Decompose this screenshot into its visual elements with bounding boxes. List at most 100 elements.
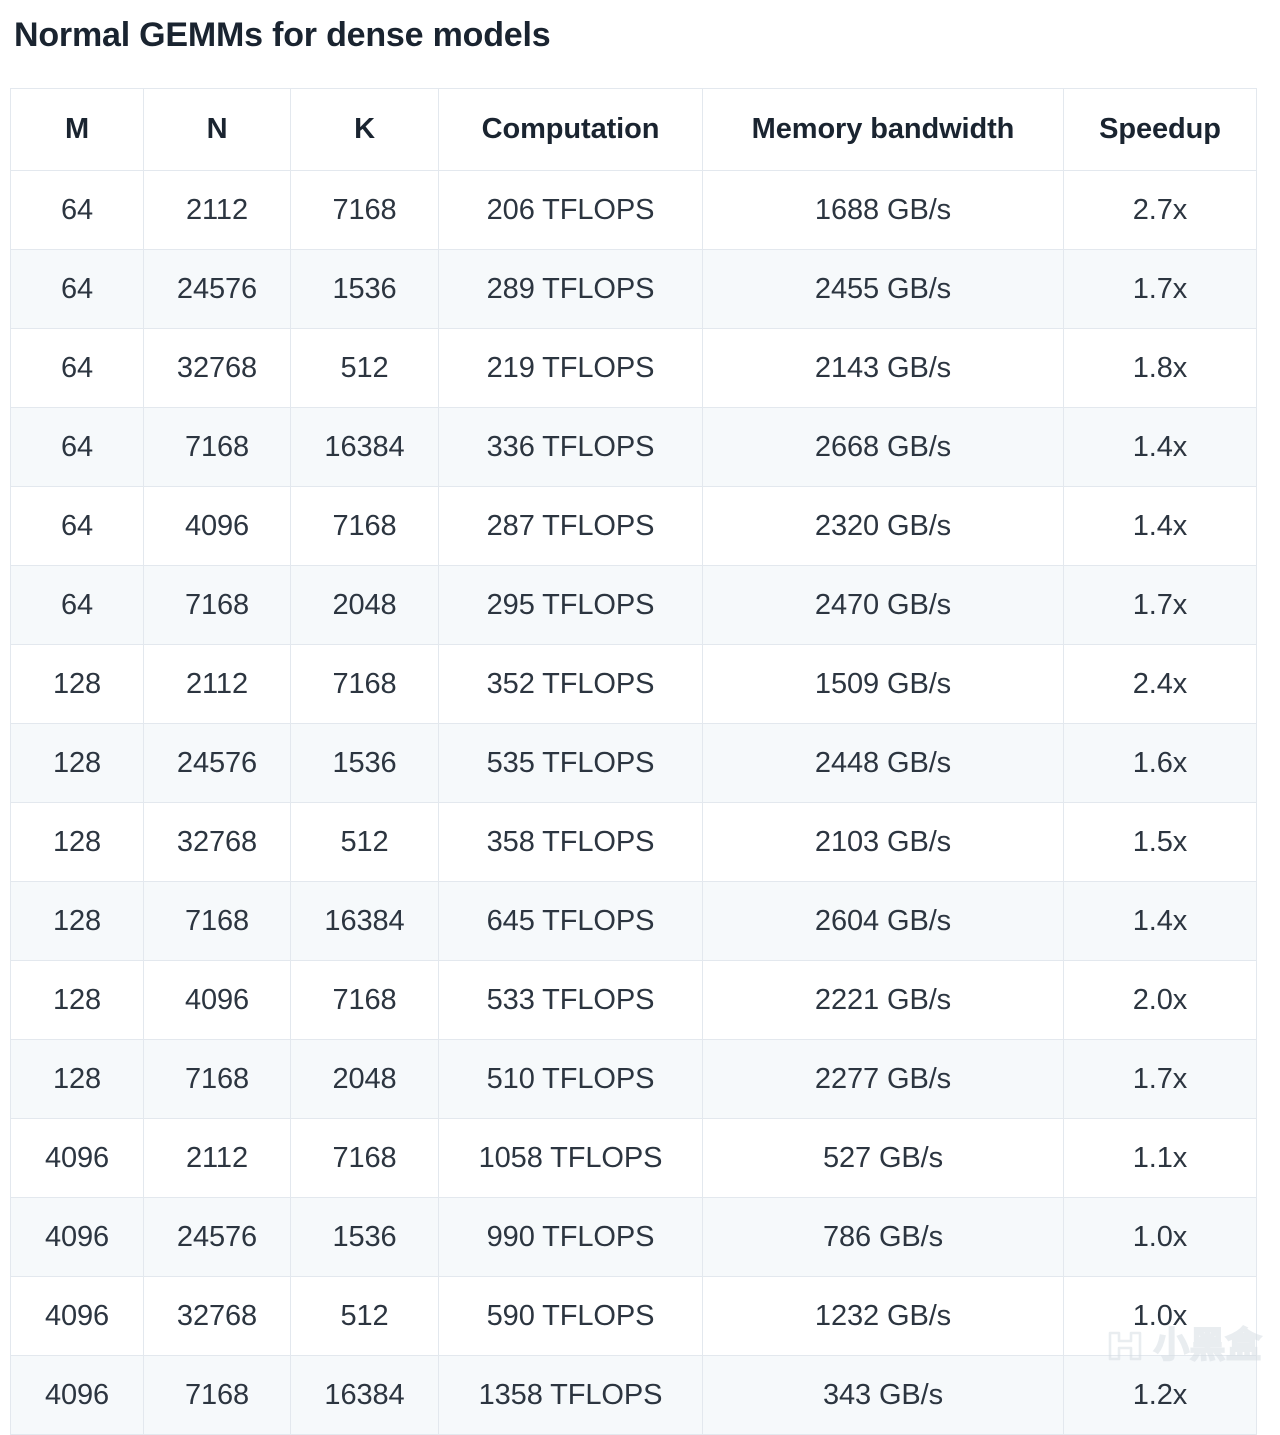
cell-mem: 2448 GB/s	[702, 723, 1064, 803]
cell-mem: 2221 GB/s	[702, 960, 1064, 1040]
table-row: 64 2112 7168 206 TFLOPS 1688 GB/s 2.7x	[10, 170, 1257, 250]
cell-m: 128	[10, 723, 144, 803]
cell-comp: 1358 TFLOPS	[438, 1355, 703, 1435]
table-row: 4096 7168 16384 1358 TFLOPS 343 GB/s 1.2x	[10, 1355, 1257, 1435]
cell-n: 24576	[143, 723, 291, 803]
table-row: 64 24576 1536 289 TFLOPS 2455 GB/s 1.7x	[10, 249, 1257, 329]
cell-comp: 533 TFLOPS	[438, 960, 703, 1040]
cell-speedup: 1.0x	[1063, 1276, 1257, 1356]
cell-n: 2112	[143, 1118, 291, 1198]
column-header-memory-bandwidth: Memory bandwidth	[702, 88, 1064, 171]
page-title: Normal GEMMs for dense models	[14, 16, 551, 54]
table-row: 128 7168 16384 645 TFLOPS 2604 GB/s 1.4x	[10, 881, 1257, 961]
cell-mem: 2103 GB/s	[702, 802, 1064, 882]
cell-speedup: 1.7x	[1063, 1039, 1257, 1119]
table-body: 64 2112 7168 206 TFLOPS 1688 GB/s 2.7x 64 24576…	[10, 170, 1257, 1435]
cell-n: 7168	[143, 881, 291, 961]
cell-n: 24576	[143, 1197, 291, 1277]
cell-mem: 2277 GB/s	[702, 1039, 1064, 1119]
cell-k: 1536	[290, 723, 439, 803]
cell-m: 4096	[10, 1118, 144, 1198]
cell-comp: 535 TFLOPS	[438, 723, 703, 803]
cell-m: 64	[10, 328, 144, 408]
cell-k: 1536	[290, 1197, 439, 1277]
cell-n: 4096	[143, 486, 291, 566]
cell-comp: 1058 TFLOPS	[438, 1118, 703, 1198]
cell-speedup: 1.2x	[1063, 1355, 1257, 1435]
cell-m: 64	[10, 565, 144, 645]
cell-speedup: 1.7x	[1063, 249, 1257, 329]
cell-n: 7168	[143, 407, 291, 487]
cell-comp: 510 TFLOPS	[438, 1039, 703, 1119]
cell-k: 1536	[290, 249, 439, 329]
cell-speedup: 1.4x	[1063, 486, 1257, 566]
cell-k: 2048	[290, 565, 439, 645]
cell-mem: 786 GB/s	[702, 1197, 1064, 1277]
column-header-n: N	[143, 88, 291, 171]
cell-n: 4096	[143, 960, 291, 1040]
table-row: 64 7168 16384 336 TFLOPS 2668 GB/s 1.4x	[10, 407, 1257, 487]
cell-comp: 206 TFLOPS	[438, 170, 703, 250]
table-row: 128 2112 7168 352 TFLOPS 1509 GB/s 2.4x	[10, 644, 1257, 724]
cell-m: 64	[10, 170, 144, 250]
cell-speedup: 2.7x	[1063, 170, 1257, 250]
cell-mem: 2604 GB/s	[702, 881, 1064, 961]
cell-speedup: 2.0x	[1063, 960, 1257, 1040]
cell-mem: 2143 GB/s	[702, 328, 1064, 408]
table-row: 128 24576 1536 535 TFLOPS 2448 GB/s 1.6x	[10, 723, 1257, 803]
cell-n: 2112	[143, 644, 291, 724]
table-row: 128 32768 512 358 TFLOPS 2103 GB/s 1.5x	[10, 802, 1257, 882]
cell-speedup: 2.4x	[1063, 644, 1257, 724]
cell-k: 16384	[290, 881, 439, 961]
cell-mem: 527 GB/s	[702, 1118, 1064, 1198]
cell-m: 128	[10, 644, 144, 724]
table-row: 4096 24576 1536 990 TFLOPS 786 GB/s 1.0x	[10, 1197, 1257, 1277]
cell-n: 24576	[143, 249, 291, 329]
cell-comp: 336 TFLOPS	[438, 407, 703, 487]
cell-mem: 2470 GB/s	[702, 565, 1064, 645]
cell-m: 64	[10, 249, 144, 329]
gemm-benchmark-table: M N K Computation Memory bandwidth Speed…	[10, 88, 1257, 1435]
cell-m: 128	[10, 960, 144, 1040]
cell-n: 32768	[143, 328, 291, 408]
cell-mem: 2668 GB/s	[702, 407, 1064, 487]
cell-comp: 358 TFLOPS	[438, 802, 703, 882]
cell-speedup: 1.6x	[1063, 723, 1257, 803]
gemm-table-container: M N K Computation Memory bandwidth Speed…	[10, 88, 1257, 1435]
cell-comp: 289 TFLOPS	[438, 249, 703, 329]
cell-m: 128	[10, 1039, 144, 1119]
cell-m: 128	[10, 881, 144, 961]
cell-n: 32768	[143, 802, 291, 882]
table-row: 128 4096 7168 533 TFLOPS 2221 GB/s 2.0x	[10, 960, 1257, 1040]
cell-speedup: 1.0x	[1063, 1197, 1257, 1277]
cell-mem: 1232 GB/s	[702, 1276, 1064, 1356]
table-row: 64 4096 7168 287 TFLOPS 2320 GB/s 1.4x	[10, 486, 1257, 566]
cell-speedup: 1.8x	[1063, 328, 1257, 408]
cell-m: 4096	[10, 1355, 144, 1435]
cell-k: 7168	[290, 644, 439, 724]
cell-mem: 1509 GB/s	[702, 644, 1064, 724]
table-header: M N K Computation Memory bandwidth Speed…	[10, 88, 1257, 171]
column-header-m: M	[10, 88, 144, 171]
cell-k: 7168	[290, 170, 439, 250]
cell-speedup: 1.5x	[1063, 802, 1257, 882]
column-header-k: K	[290, 88, 439, 171]
table-row: 128 7168 2048 510 TFLOPS 2277 GB/s 1.7x	[10, 1039, 1257, 1119]
cell-n: 2112	[143, 170, 291, 250]
cell-m: 4096	[10, 1276, 144, 1356]
table-row: 64 7168 2048 295 TFLOPS 2470 GB/s 1.7x	[10, 565, 1257, 645]
cell-n: 7168	[143, 1355, 291, 1435]
cell-n: 7168	[143, 565, 291, 645]
table-row: 4096 32768 512 590 TFLOPS 1232 GB/s 1.0x	[10, 1276, 1257, 1356]
cell-comp: 645 TFLOPS	[438, 881, 703, 961]
cell-n: 7168	[143, 1039, 291, 1119]
cell-speedup: 1.4x	[1063, 881, 1257, 961]
cell-comp: 295 TFLOPS	[438, 565, 703, 645]
cell-mem: 2320 GB/s	[702, 486, 1064, 566]
cell-m: 64	[10, 486, 144, 566]
cell-m: 4096	[10, 1197, 144, 1277]
cell-mem: 343 GB/s	[702, 1355, 1064, 1435]
cell-m: 64	[10, 407, 144, 487]
cell-k: 16384	[290, 1355, 439, 1435]
cell-mem: 1688 GB/s	[702, 170, 1064, 250]
